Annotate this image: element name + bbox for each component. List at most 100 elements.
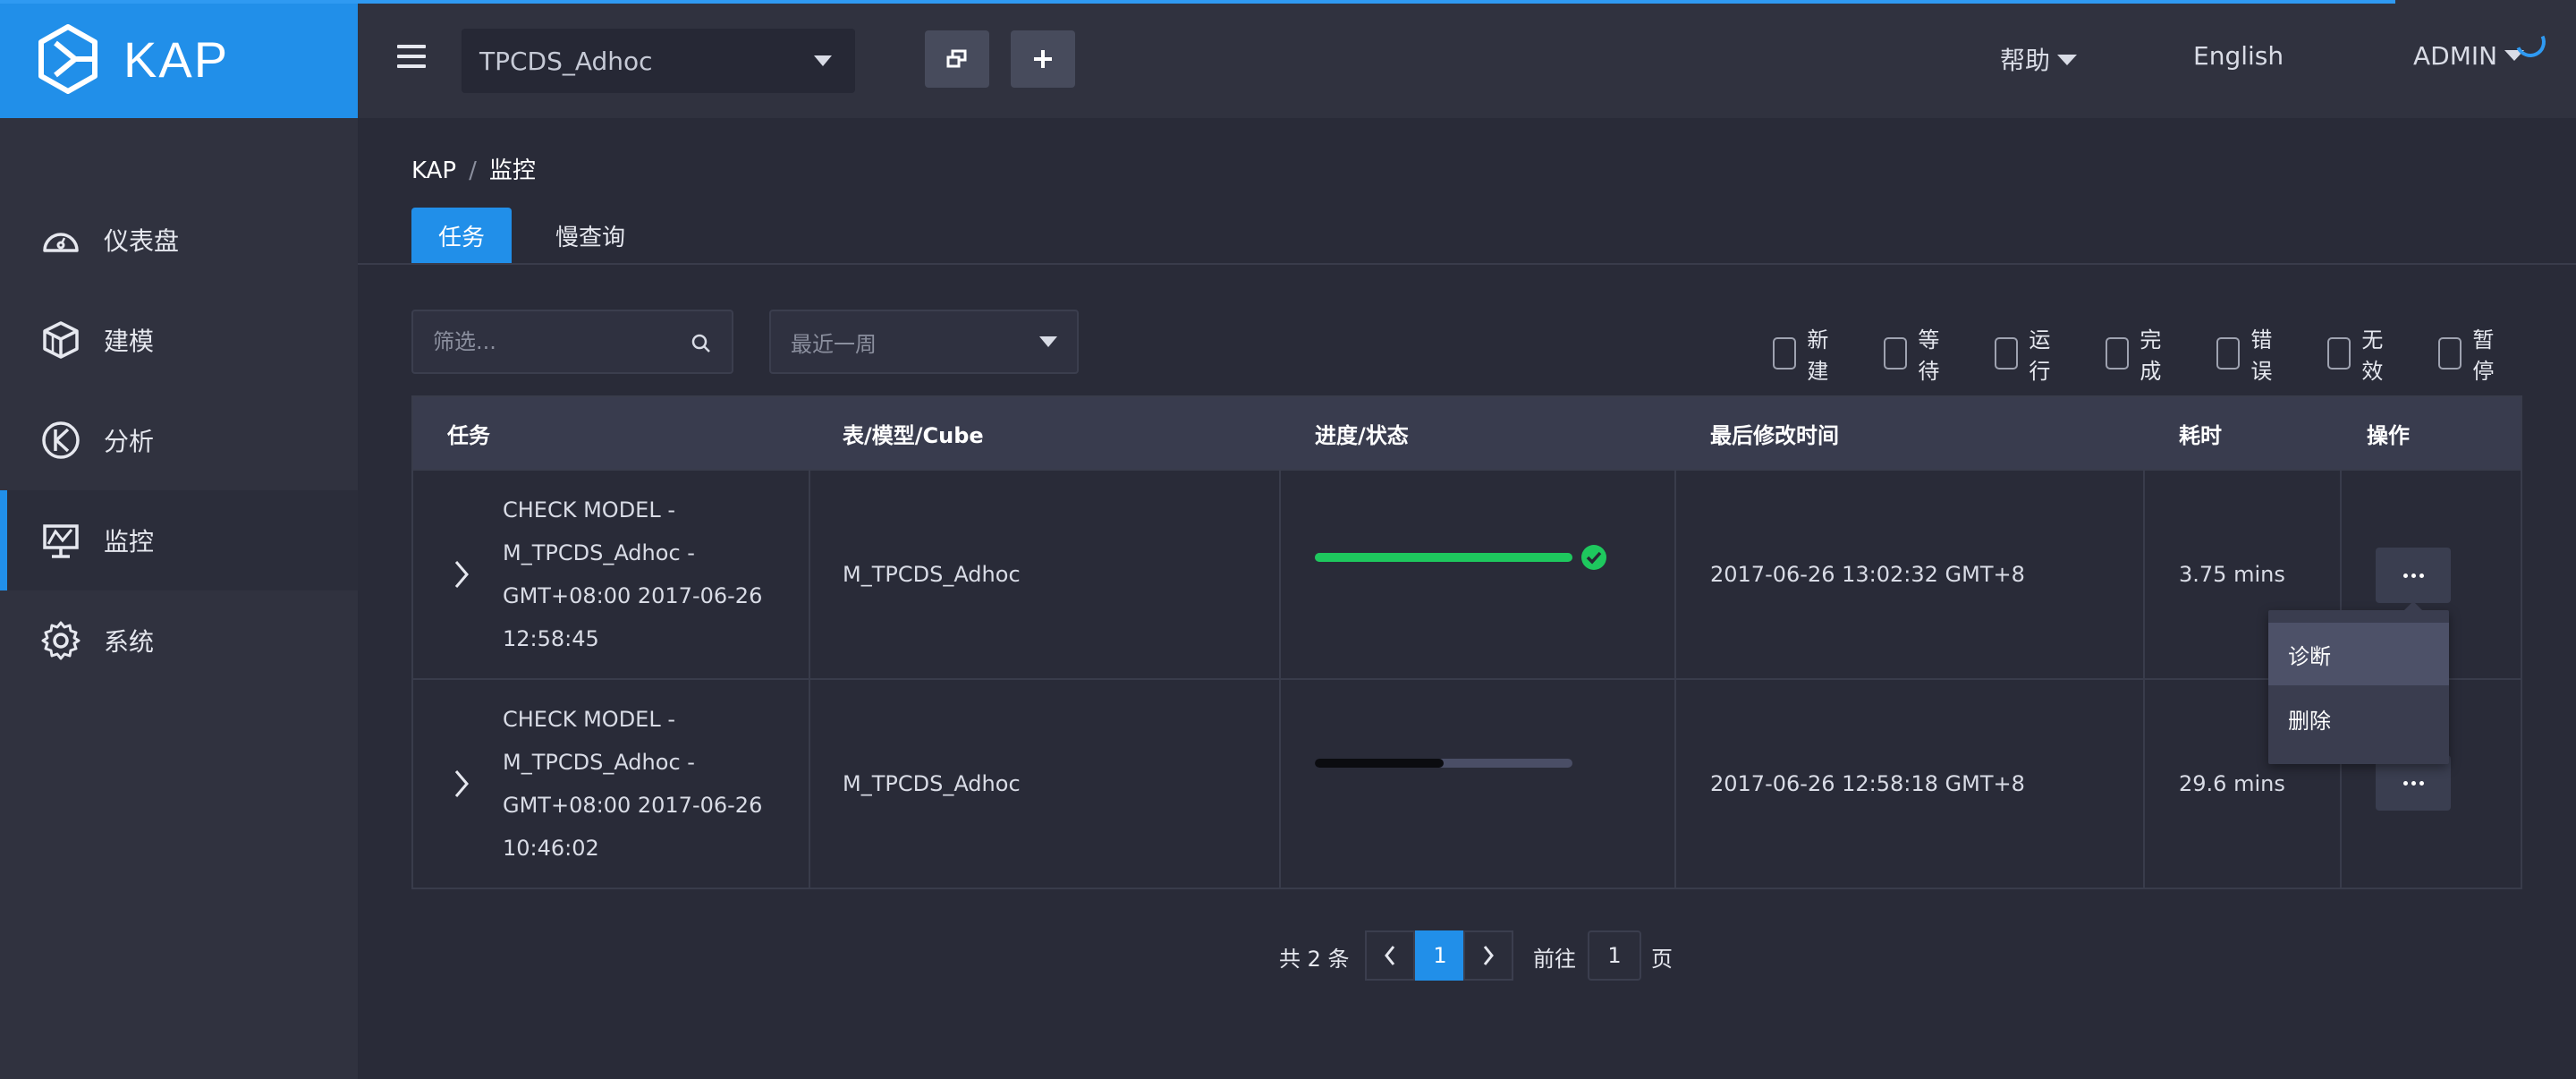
dashboard-icon [43,233,79,252]
status-check-finished[interactable]: 完成 [2106,322,2170,385]
status-check-error[interactable]: 错误 [2216,322,2281,385]
task-name-cell: CHECK MODEL - M_TPCDS_Adhoc - GMT+08:00 … [503,680,771,888]
status-check-new[interactable]: 新建 [1773,322,1837,385]
page-number-button[interactable]: 1 [1415,930,1465,981]
status-check-discarded[interactable]: 无效 [2327,322,2392,385]
page-loading-bar [0,0,2395,4]
sidebar-item-modeling[interactable]: 建模 [0,290,358,390]
brand-name: KAP [123,30,230,88]
tab-slow-query[interactable]: 慢查询 [538,208,642,263]
sidebar-item-dashboard[interactable]: 仪表盘 [0,190,358,290]
caret-down-icon [814,55,832,66]
menu-toggle-icon[interactable] [397,45,426,70]
sidebar-item-label: 仪表盘 [104,226,180,256]
time-range-select[interactable]: 最近一周 [769,310,1079,374]
model-cell: M_TPCDS_Adhoc [843,562,1021,587]
jobs-table: 任务 表/模型/Cube 进度/状态 最后修改时间 耗时 操作 CHECK MO… [411,395,2522,889]
status-check-stopped[interactable]: 暂停 [2438,322,2503,385]
status-check-running[interactable]: 运行 [1995,322,2059,385]
checkbox[interactable] [2106,337,2130,370]
checkbox[interactable] [2216,337,2241,370]
help-menu[interactable]: 帮助 [2000,41,2078,77]
column-header-duration: 耗时 [2179,422,2222,448]
sidebar-item-label: 建模 [104,327,155,356]
prev-page-button[interactable] [1365,930,1415,981]
sidebar-item-label: 监控 [104,527,155,556]
project-select[interactable]: TPCDS_Adhoc [462,29,855,93]
kap-logo-icon [38,24,97,94]
sidebar-item-analysis[interactable]: 分析 [0,390,358,490]
modified-time-cell: 2017-06-26 13:02:32 GMT+8 [1710,562,2025,587]
sidebar-item-system[interactable]: 系统 [0,590,358,691]
search-icon[interactable] [691,333,712,354]
project-select-value: TPCDS_Adhoc [479,46,653,76]
column-header-modified: 最后修改时间 [1710,422,1839,448]
goto-label: 前往 [1533,947,1576,972]
tab-divider [358,263,2576,265]
progress-fill [1315,553,1572,562]
column-header-progress: 进度/状态 [1315,422,1409,448]
page-suffix-label: 页 [1651,947,1673,972]
checkbox-label: 暂停 [2472,327,2495,384]
checkbox-label: 新建 [1807,327,1829,384]
sidebar: 仪表盘 建模 分析 监控 系统 [0,118,358,1079]
check-circle-icon [1581,545,1606,570]
pagination-total: 共 2 条 [1279,947,1350,972]
switch-window-button[interactable] [925,30,989,88]
user-label: ADMIN [2413,41,2498,71]
user-menu[interactable]: ADMIN [2413,41,2525,71]
sidebar-item-label: 系统 [104,627,155,657]
windows-icon [946,49,967,68]
chevron-right-icon [1483,946,1494,965]
caret-down-icon [2057,55,2078,65]
task-name: CHECK MODEL - M_TPCDS_Adhoc - GMT+08:00 … [503,707,763,861]
add-project-button[interactable] [1011,30,1075,88]
checkbox[interactable] [1995,337,2019,370]
more-icon [2402,780,2408,786]
job-filter-field[interactable] [411,310,733,374]
column-header-job: 任务 [447,422,490,448]
help-label: 帮助 [2000,46,2051,75]
breadcrumb-root[interactable]: KAP [411,157,456,184]
modified-time-cell: 2017-06-26 12:58:18 GMT+8 [1710,771,2025,796]
action-dropdown-menu: 诊断 删除 [2268,601,2449,764]
breadcrumb: KAP / 监控 [411,152,536,185]
monitor-icon [43,524,79,558]
menu-item-delete[interactable]: 删除 [2268,687,2449,750]
menu-item-diagnose[interactable]: 诊断 [2268,623,2449,685]
checkbox[interactable] [1884,337,1908,370]
more-actions-button[interactable] [2376,548,2451,603]
checkbox[interactable] [1773,337,1797,370]
table-row[interactable]: CHECK MODEL - M_TPCDS_Adhoc - GMT+08:00 … [413,678,2521,888]
next-page-button[interactable] [1463,930,1513,981]
checkbox-label: 完成 [2140,327,2162,384]
gear-icon [41,621,80,660]
breadcrumb-current: 监控 [488,157,536,184]
status-check-pending[interactable]: 等待 [1884,322,1948,385]
table-row[interactable]: CHECK MODEL - M_TPCDS_Adhoc - GMT+08:00 … [413,469,2521,678]
model-cell: M_TPCDS_Adhoc [843,771,1021,796]
chevron-right-icon[interactable] [451,766,472,802]
goto-page-input[interactable]: 1 [1588,930,1641,981]
cube-icon [43,321,79,359]
more-icon [2402,573,2408,578]
checkbox[interactable] [2438,337,2462,370]
analysis-icon [42,421,80,459]
sidebar-item-monitor[interactable]: 监控 [0,490,358,590]
checkbox[interactable] [2327,337,2351,370]
job-filter-input[interactable] [433,329,665,354]
chevron-left-icon [1385,946,1395,965]
caret-down-icon [1039,336,1057,347]
progress-bar [1315,553,1572,562]
time-range-value: 最近一周 [791,331,877,357]
plus-icon [1034,50,1052,68]
progress-fill [1315,759,1444,768]
language-toggle[interactable]: English [2193,41,2284,71]
task-name-cell: CHECK MODEL - M_TPCDS_Adhoc - GMT+08:00 … [503,471,771,678]
brand-logo[interactable]: KAP [0,0,358,118]
table-header: 任务 表/模型/Cube 进度/状态 最后修改时间 耗时 操作 [413,397,2521,469]
breadcrumb-separator: / [469,157,477,184]
checkbox-label: 运行 [2029,327,2051,384]
chevron-right-icon[interactable] [451,556,472,592]
tab-jobs[interactable]: 任务 [411,208,512,263]
